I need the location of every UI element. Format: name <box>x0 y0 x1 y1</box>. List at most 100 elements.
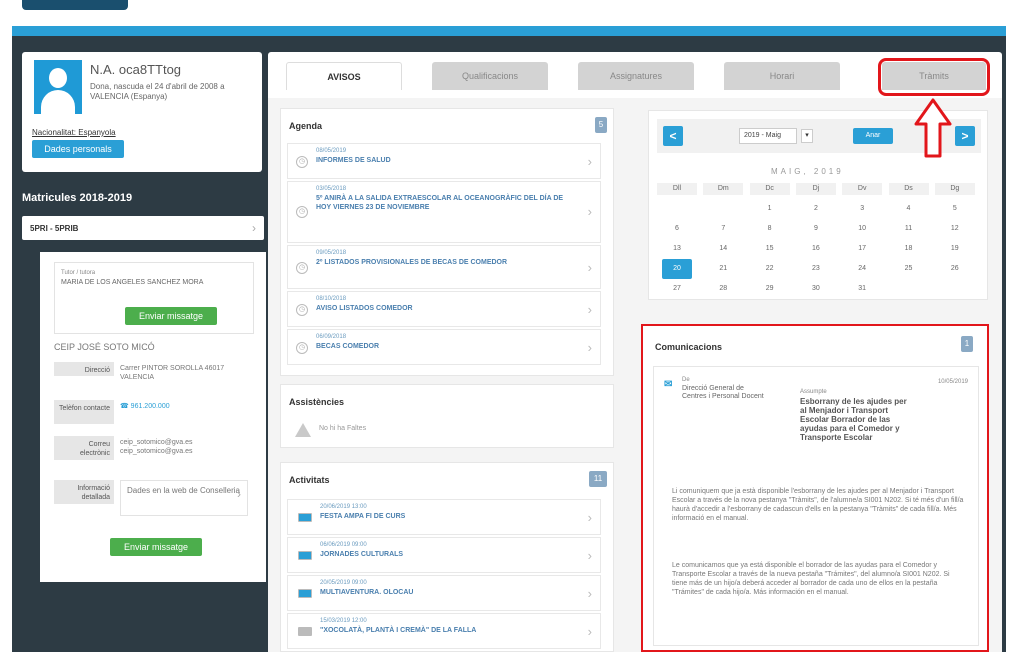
calendar-day[interactable]: 3 <box>847 199 877 219</box>
calendar-day[interactable]: 25 <box>894 259 924 279</box>
agenda-item[interactable]: ◷ 08/05/2019 INFORMES DE SALUD › <box>287 143 601 179</box>
enrollment-details-panel: Tutor / tutora MARIA DE LOS ANGELES SANC… <box>40 252 266 582</box>
calendar-day[interactable]: 8 <box>755 219 785 239</box>
phone-row: Telèfon contacte ☎ 961.200.000 <box>54 400 254 428</box>
tab-assignatures[interactable]: Assignatures <box>578 62 694 90</box>
mail-icon: ✉ <box>664 379 673 390</box>
student-nationality: Nacionalitat: Espanyola <box>32 128 116 137</box>
activity-item[interactable]: 06/06/2019 09:00 JORNADES CULTURALS › <box>287 537 601 573</box>
agenda-item[interactable]: ◷ 03/05/2018 5º ANIRÀ A LA SALIDA EXTRAE… <box>287 181 601 243</box>
chevron-right-icon: › <box>587 340 592 355</box>
send-message-button-2[interactable]: Enviar missatge <box>110 538 202 556</box>
calendar-day[interactable]: 12 <box>940 219 970 239</box>
phone-key: Telèfon contacte <box>54 400 114 424</box>
calendar-day[interactable]: 18 <box>894 239 924 259</box>
phone-value[interactable]: ☎ 961.200.000 <box>120 402 250 411</box>
calendar-prev-button[interactable]: < <box>663 126 683 146</box>
calendar-day[interactable]: 24 <box>847 259 877 279</box>
chevron-right-icon: › <box>587 302 592 317</box>
agenda-item[interactable]: ◷ 09/05/2018 2º LISTADOS PROVISIONALES D… <box>287 245 601 289</box>
chevron-right-icon: › <box>237 487 241 501</box>
conselleria-link[interactable]: Dades en la web de Conselleria › <box>120 480 248 516</box>
tab-avisos[interactable]: AVISOS <box>286 62 402 90</box>
calendar-day[interactable]: 16 <box>801 239 831 259</box>
tab-qualificacions[interactable]: Qualificacions <box>432 62 548 90</box>
calendar-day[interactable]: 29 <box>755 279 785 299</box>
activity-item-title: JORNADES CULTURALS <box>320 551 404 558</box>
weekday-ds: Ds <box>888 183 929 195</box>
communications-badge: 1 <box>961 336 973 352</box>
calendar-month-label: MAIG, 2019 <box>771 167 844 176</box>
calendar-day[interactable]: 9 <box>801 219 831 239</box>
top-tab[interactable] <box>22 0 128 10</box>
agenda-item[interactable]: ◷ 06/09/2018 BECAS COMEDOR › <box>287 329 601 365</box>
header-stripe <box>12 26 1006 36</box>
clock-icon: ◷ <box>296 156 308 168</box>
clock-icon: ◷ <box>296 304 308 316</box>
bus-icon <box>298 513 312 522</box>
calendar-day[interactable]: 23 <box>801 259 831 279</box>
calendar-next-button[interactable]: > <box>955 126 975 146</box>
agenda-title: Agenda <box>289 121 323 131</box>
arrow-up-annotation <box>914 98 952 158</box>
send-message-button[interactable]: Enviar missatge <box>125 307 217 325</box>
calendar-day[interactable]: 1 <box>755 199 785 219</box>
message-subject: Esborrany de les ajudes per al Menjador … <box>800 397 907 442</box>
calendar-day[interactable]: 11 <box>894 219 924 239</box>
calendar-day[interactable]: 2 <box>801 199 831 219</box>
calendar-day-today[interactable]: 20 <box>662 259 692 279</box>
activity-item[interactable]: 20/06/2019 13:00 FESTA AMPA FI DE CURS › <box>287 499 601 535</box>
activities-title: Activitats <box>289 475 330 485</box>
weekday-dj: Dj <box>795 183 836 195</box>
calendar-day[interactable]: 4 <box>894 199 924 219</box>
personal-data-button[interactable]: Dades personals <box>32 140 124 158</box>
month-select[interactable]: 2019 - Maig <box>739 128 797 144</box>
calendar-day[interactable]: 5 <box>940 199 970 219</box>
agenda-item-title: INFORMES DE SALUD <box>316 157 391 164</box>
agenda-item-date: 03/05/2018 <box>316 186 347 192</box>
calendar-day[interactable]: 31 <box>847 279 877 299</box>
tutor-name: MARIA DE LOS ANGELES SANCHEZ MORA <box>61 279 204 286</box>
calendar-day[interactable]: 26 <box>940 259 970 279</box>
calendar-day[interactable]: 30 <box>801 279 831 299</box>
calendar-day[interactable]: 15 <box>755 239 785 259</box>
agenda-item-title: AVISO LISTADOS COMEDOR <box>316 305 413 312</box>
chevron-right-icon: › <box>587 548 592 563</box>
calendar-day[interactable]: 6 <box>662 219 692 239</box>
agenda-item[interactable]: ◷ 08/10/2018 AVISO LISTADOS COMEDOR › <box>287 291 601 327</box>
bus-icon <box>298 551 312 560</box>
calendar-day[interactable]: 10 <box>847 219 877 239</box>
message-body-spanish: Le comunicamos que ya está disponible el… <box>672 562 950 596</box>
calendar-day[interactable]: 21 <box>708 259 738 279</box>
agenda-item-date: 06/09/2018 <box>316 334 347 340</box>
tab-horari[interactable]: Horari <box>724 62 840 90</box>
chevron-right-icon: › <box>587 260 592 275</box>
activity-item[interactable]: 20/05/2019 09:00 MULTIAVENTURA. OLOCAU › <box>287 575 601 611</box>
chevron-down-icon[interactable]: ▾ <box>801 129 813 143</box>
calendar-day[interactable]: 27 <box>662 279 692 299</box>
go-button[interactable]: Anar <box>853 128 893 144</box>
email-value[interactable]: ceip_sotomico@gva.es ceip_sotomico@gva.e… <box>120 438 250 456</box>
direction-value: Carrer PINTOR SOROLLA 46017 VALENCIA <box>120 365 225 381</box>
calendar-day[interactable]: 22 <box>755 259 785 279</box>
communication-message[interactable]: ✉ De Direcció General de Centres i Perso… <box>653 366 979 646</box>
calendar-day[interactable]: 14 <box>708 239 738 259</box>
direction-row: Direcció Carrer PINTOR SOROLLA 46017 VAL… <box>54 362 254 392</box>
calendar-day[interactable]: 28 <box>708 279 738 299</box>
communications-title: Comunicacions <box>655 342 723 352</box>
enrollment-level-label: 5PRI - 5PRIB <box>30 224 79 233</box>
calendar-day[interactable]: 7 <box>708 219 738 239</box>
enrollment-level-item[interactable]: 5PRI - 5PRIB › <box>22 216 264 240</box>
info-key: Informació detallada <box>54 480 114 504</box>
phone-number: 961.200.000 <box>130 403 170 410</box>
calendar-day[interactable]: 17 <box>847 239 877 259</box>
activity-item-date: 20/06/2019 13:00 <box>320 504 367 510</box>
email-line-2: ceip_sotomico@gva.es <box>120 448 193 455</box>
activity-item-date: 20/05/2019 09:00 <box>320 580 367 586</box>
activity-item[interactable]: 15/03/2019 12:00 "XOCOLATÀ, PLANTÀ I CRE… <box>287 613 601 649</box>
calendar-day[interactable]: 19 <box>940 239 970 259</box>
activity-item-title: MULTIAVENTURA. OLOCAU <box>320 589 414 596</box>
attendance-card: Assistències No hi ha Faltes <box>280 384 614 448</box>
calendar-day[interactable]: 13 <box>662 239 692 259</box>
student-birth-info: Dona, nascuda el 24 d'abril de 2008 a VA… <box>90 82 225 101</box>
